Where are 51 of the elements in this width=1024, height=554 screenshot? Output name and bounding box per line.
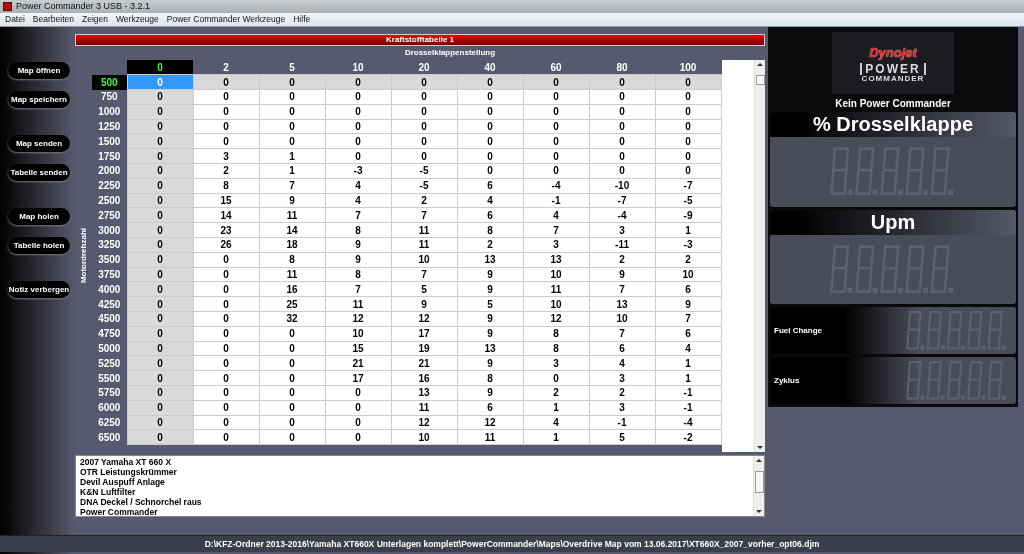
column-header[interactable]: 0: [127, 60, 193, 75]
gauge-label: % Drosselklappe: [770, 111, 1016, 137]
menu-item[interactable]: Zeigen: [81, 13, 108, 26]
toolbar-button[interactable]: Map senden: [8, 135, 70, 152]
status-bar: D:\KFZ-Ordner 2013-2016\Yamaha XT660X Unterlagen komplett\PowerCommander\Maps\Overdrive Map vom 13.06.2017\XT660X_2007_vorher_opt06.djm: [0, 535, 1024, 552]
toolbar-button[interactable]: Tabelle senden: [8, 164, 70, 181]
gauge-label: Fuel Change: [774, 324, 822, 337]
menu-item[interactable]: Datei: [5, 13, 25, 26]
table-cell[interactable]: 0: [457, 74, 523, 90]
column-header[interactable]: 100: [655, 60, 721, 75]
column-header[interactable]: 5: [259, 60, 325, 75]
column-header[interactable]: 40: [457, 60, 523, 75]
notes-field[interactable]: 2007 Yamaha XT 660 X OTR Leistungskrümmer Devil Auspuff Anlage K&N Luftfilter DNA Deckel / Schnorchel raus Power Commander: [75, 455, 765, 517]
column-header[interactable]: 20: [391, 60, 457, 75]
menu-item[interactable]: Hilfe: [293, 13, 311, 26]
table-cell[interactable]: 0: [589, 74, 655, 90]
app-icon: [3, 2, 12, 11]
column-header[interactable]: 80: [589, 60, 655, 75]
column-axis-label: Drosselklappenstellung: [404, 48, 496, 57]
column-header[interactable]: 60: [523, 60, 589, 75]
column-header[interactable]: 10: [325, 60, 391, 75]
menu-item[interactable]: Bearbeiten: [32, 13, 74, 26]
scrollbar[interactable]: [754, 60, 765, 452]
row-axis-label: Motordrehzahl: [77, 228, 89, 284]
table-cell[interactable]: 0: [259, 74, 325, 90]
gauge-label: Upm: [770, 209, 1016, 235]
connection-status: Kein Power Commander: [835, 96, 951, 111]
note-line: Power Commander: [80, 507, 159, 517]
logo: Dynojet POWER COMMANDER: [832, 32, 954, 94]
table-cell[interactable]: 0: [391, 74, 457, 90]
menu-item[interactable]: Werkzeuge: [115, 13, 159, 26]
table-title: Kraftstofftabelle 1: [75, 34, 765, 46]
note-line: OTR Leistungskrümmer: [80, 467, 178, 477]
toolbar-button[interactable]: Tabelle holen: [8, 237, 70, 254]
toolbar-button[interactable]: Map holen: [8, 208, 70, 225]
table-cell[interactable]: 0: [193, 74, 259, 90]
gauge-label: Zyklus: [774, 374, 800, 387]
note-line: K&N Luftfilter: [80, 487, 137, 497]
note-line: Devil Auspuff Anlage: [80, 477, 166, 487]
toolbar-button[interactable]: Map speichern: [8, 91, 70, 108]
menu-item[interactable]: Power Commander Werkzeuge: [166, 13, 286, 26]
table-cell[interactable]: 0: [325, 74, 391, 90]
toolbar-button[interactable]: Map öffnen: [8, 62, 70, 79]
scrollbar[interactable]: [753, 456, 764, 516]
column-header[interactable]: 2: [193, 60, 259, 75]
table-cell[interactable]: 0: [655, 74, 721, 90]
window-title: Power Commander 3 USB - 3.2.1: [16, 0, 151, 13]
note-line: DNA Deckel / Schnorchel raus: [80, 497, 203, 507]
note-line: 2007 Yamaha XT 660 X: [80, 457, 173, 467]
toolbar-button[interactable]: Notiz verbergen: [8, 281, 70, 298]
table-cell[interactable]: 0: [523, 74, 589, 90]
